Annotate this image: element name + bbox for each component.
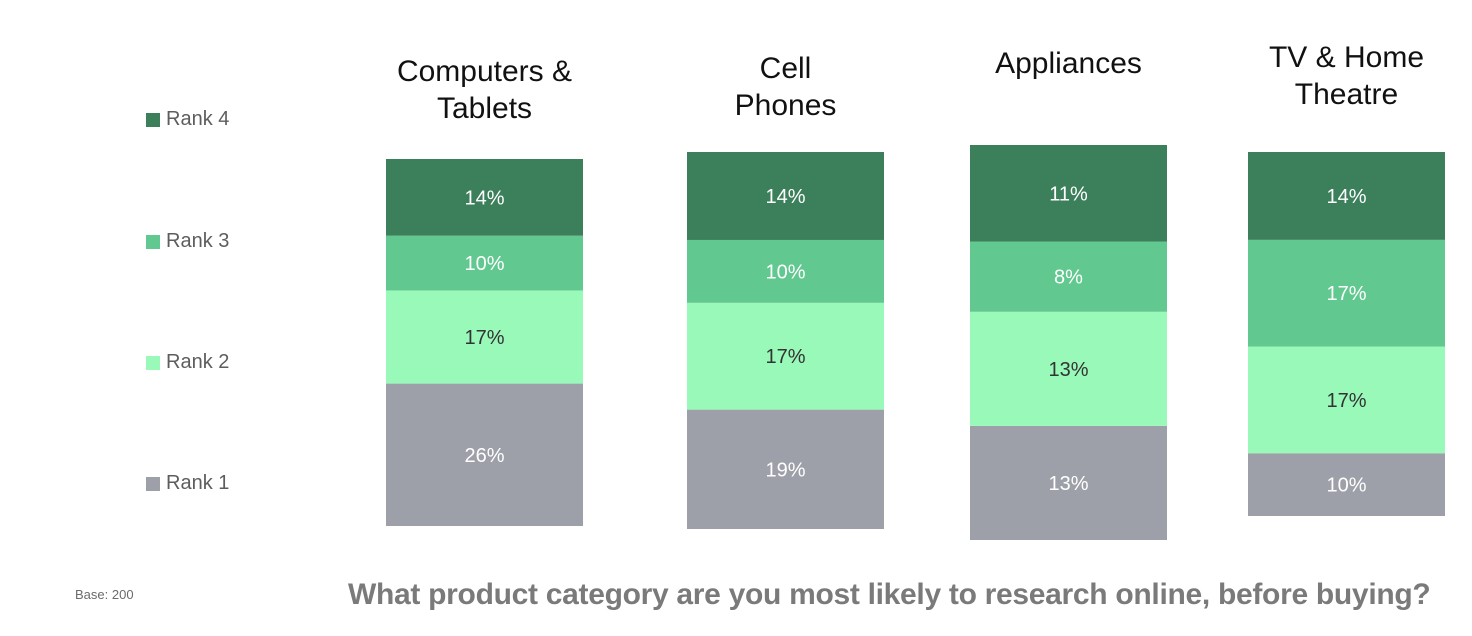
data-label: 13% [1048, 473, 1088, 495]
data-label: 17% [765, 346, 805, 368]
data-label: 11% [1049, 183, 1088, 205]
bar-appliances: 13% 13% 8% 11% [970, 145, 1167, 540]
data-label: 14% [464, 187, 504, 209]
data-label: 17% [1326, 283, 1366, 305]
data-label: 19% [765, 459, 805, 481]
base-note: Base: 200 [75, 587, 134, 602]
bar-computers-tablets: 26% 17% 10% 14% [386, 159, 583, 526]
data-label: 8% [1054, 267, 1083, 289]
bars-area: 26% 17% 10% 14% 19% 17% 10% 14% 13% 13% 8% 11% 10% 17… [386, 145, 1445, 540]
data-label: 13% [1048, 359, 1088, 381]
data-label: 17% [464, 327, 504, 349]
stacked-bar-chart: Rank 4 Rank 3 Rank 2 Rank 1 Computers & Tab… [0, 0, 1472, 636]
bar-tv-home-theatre: 10% 17% 17% 14% [1248, 152, 1445, 516]
data-label: 10% [1326, 475, 1366, 497]
data-label: 26% [464, 445, 504, 467]
data-label: 14% [1326, 186, 1366, 208]
data-label: 10% [765, 261, 805, 283]
data-label: 17% [1326, 390, 1366, 412]
data-label: 14% [765, 186, 805, 208]
bar-cell-phones: 19% 17% 10% 14% [687, 152, 884, 529]
data-label: 10% [464, 253, 504, 275]
chart-title: What product category are you most likel… [348, 578, 1431, 611]
